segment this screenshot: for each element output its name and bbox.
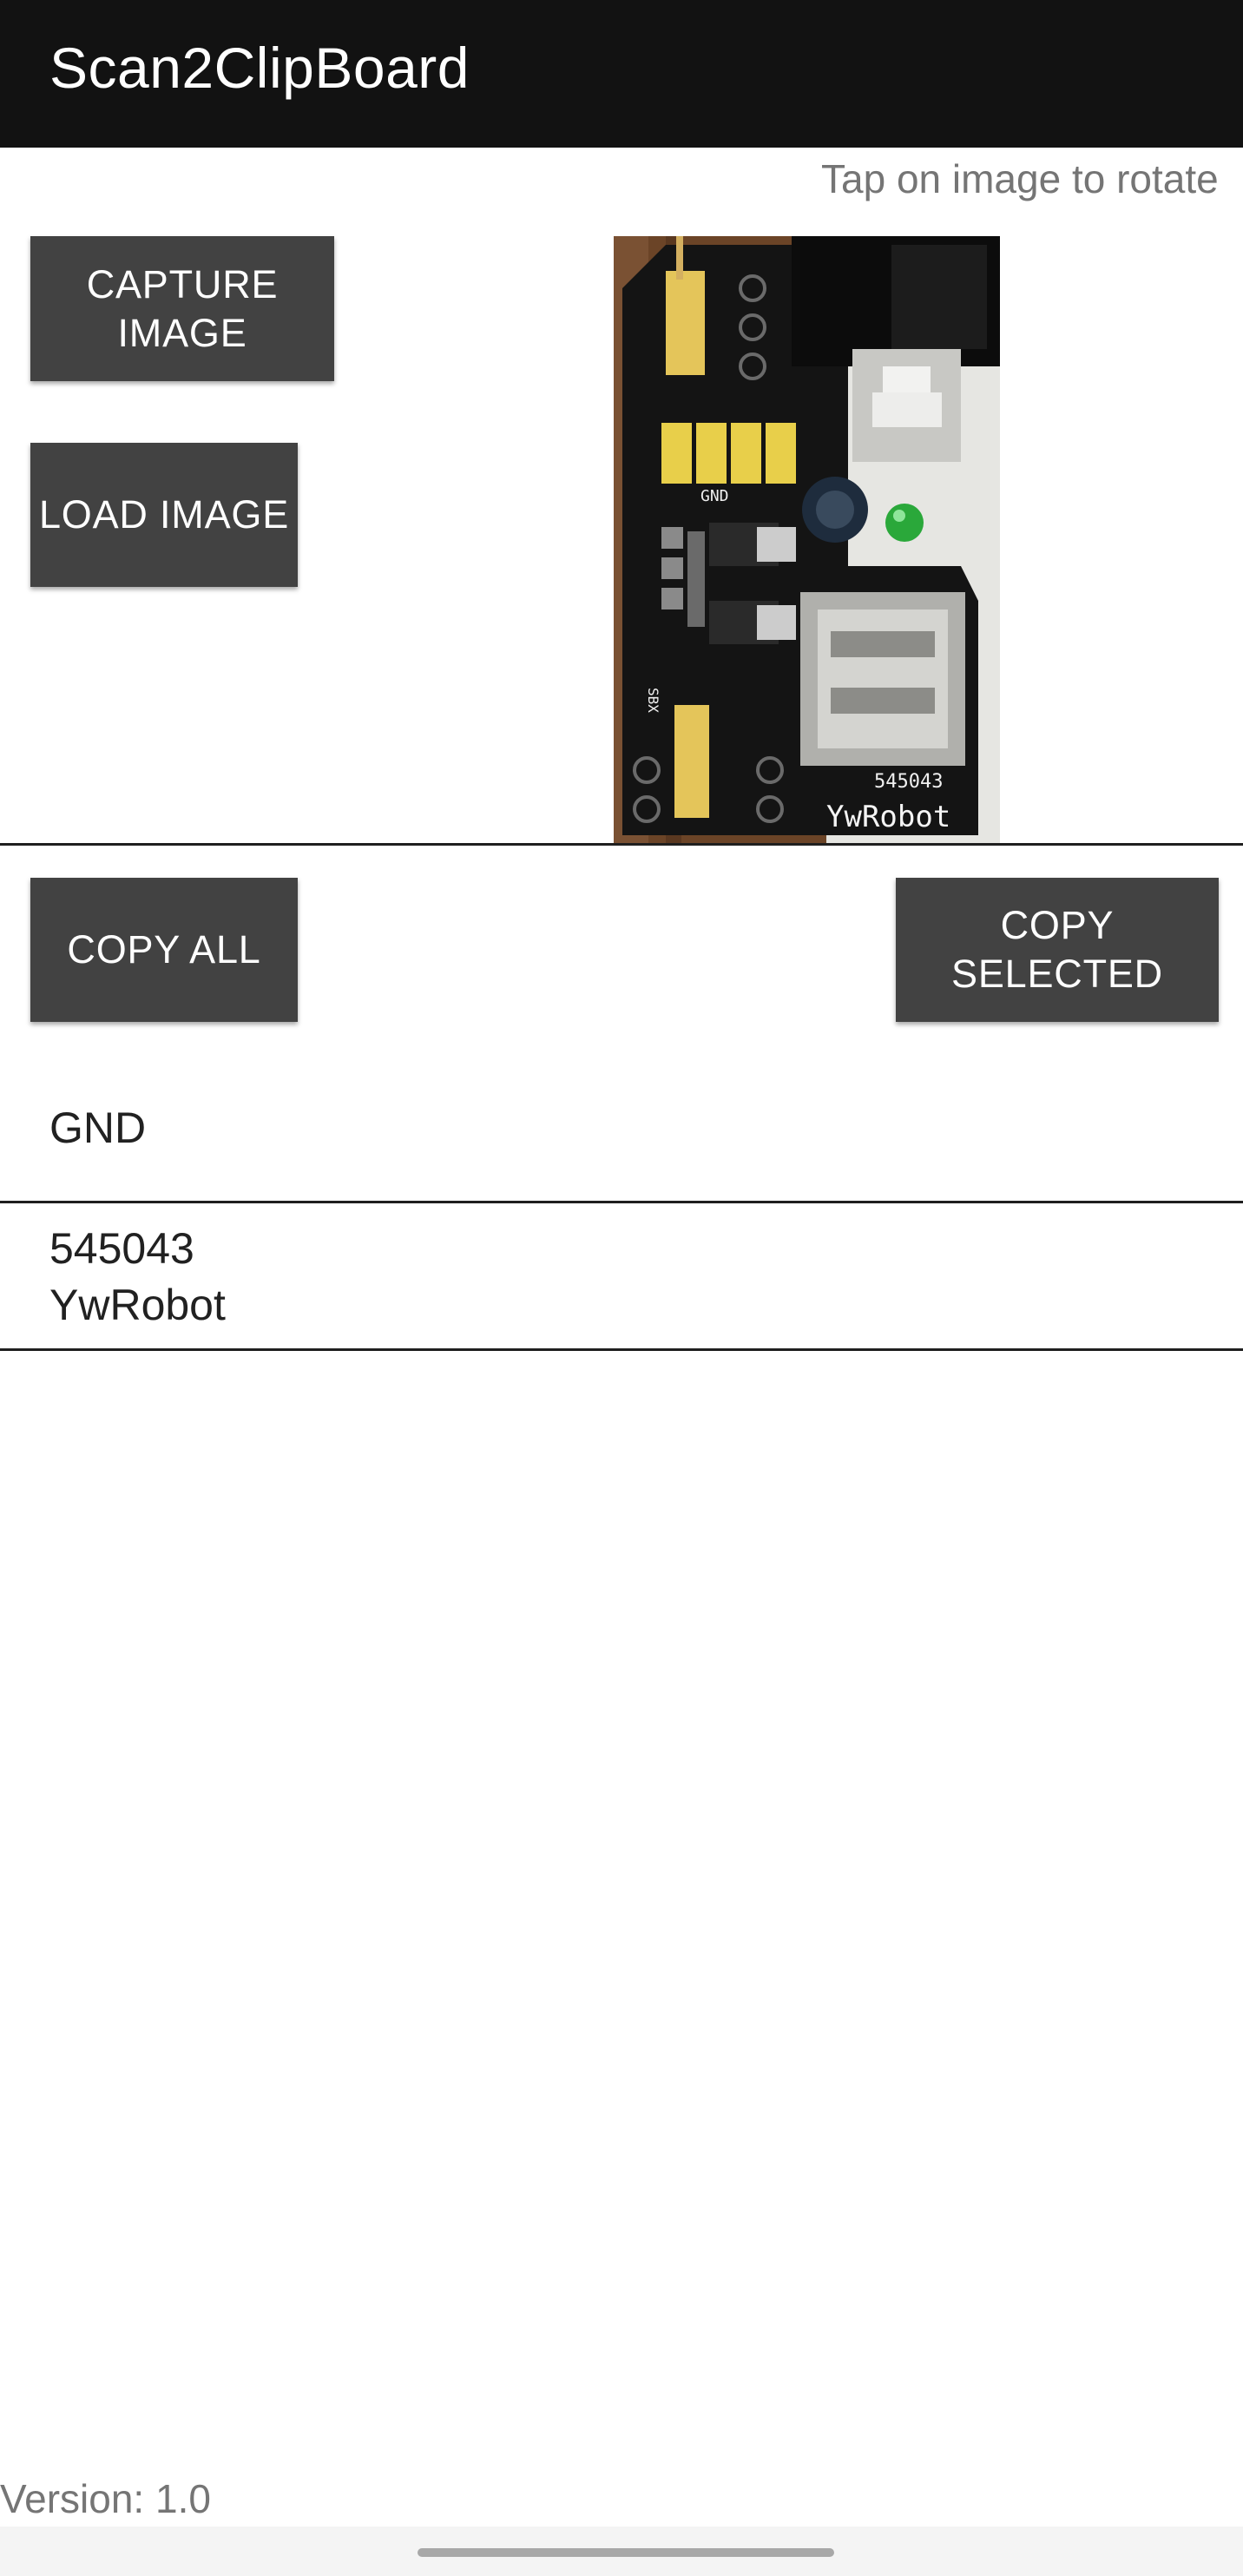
board-gnd-label: GND bbox=[700, 487, 729, 505]
divider bbox=[0, 843, 1243, 846]
rotate-hint: Tap on image to rotate bbox=[821, 156, 1219, 201]
board-model-label: 545043 bbox=[874, 771, 943, 793]
capture-image-button[interactable]: CAPTURE IMAGE bbox=[30, 236, 334, 381]
divider bbox=[0, 1348, 1243, 1351]
copy-all-button[interactable]: COPY ALL bbox=[30, 878, 298, 1022]
scanned-image[interactable]: GND SBX 545043 YwRobot bbox=[614, 236, 1000, 844]
version-label: Version: 1.0 bbox=[0, 2476, 211, 2521]
divider bbox=[0, 1201, 1243, 1203]
load-image-button[interactable]: LOAD IMAGE bbox=[30, 443, 298, 587]
gesture-handle[interactable] bbox=[418, 2548, 834, 2557]
board-sbx-label: SBX bbox=[645, 688, 661, 713]
result-item[interactable]: 545043 YwRobot bbox=[49, 1221, 226, 1334]
result-item[interactable]: GND bbox=[49, 1100, 146, 1156]
app-title: Scan2ClipBoard bbox=[49, 36, 470, 100]
board-brand-label: YwRobot bbox=[826, 800, 950, 834]
copy-selected-button[interactable]: COPY SELECTED bbox=[896, 878, 1219, 1022]
board-photo: GND SBX 545043 YwRobot bbox=[614, 236, 1000, 844]
